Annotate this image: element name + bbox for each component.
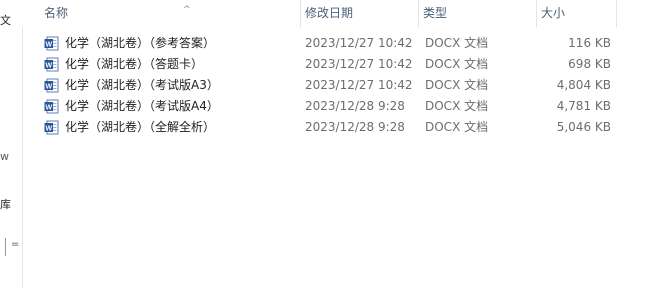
nav-scrollbar[interactable]: [5, 238, 10, 256]
svg-text:W: W: [45, 104, 52, 111]
nav-fragment: w: [0, 150, 9, 163]
column-header-date[interactable]: 修改日期: [300, 0, 418, 27]
file-row[interactable]: W 化学（湖北卷）（参考答案） 2023/12/27 10:42 DOCX 文档…: [22, 33, 669, 54]
file-name: 化学（湖北卷）（答题卡）: [65, 57, 204, 71]
file-row[interactable]: W 化学（湖北卷）（答题卡） 2023/12/27 10:42 DOCX 文档 …: [22, 54, 669, 75]
file-type: DOCX 文档: [425, 99, 489, 113]
file-row[interactable]: W 化学（湖北卷）（全解全析） 2023/12/28 9:28 DOCX 文档 …: [22, 117, 669, 138]
column-header-type-label: 类型: [423, 6, 448, 20]
column-header-name-label: 名称: [44, 6, 69, 20]
file-list: W 化学（湖北卷）（参考答案） 2023/12/27 10:42 DOCX 文档…: [22, 33, 669, 138]
file-name: 化学（湖北卷）（全解全析）: [65, 120, 216, 134]
word-doc-icon: W: [44, 120, 59, 135]
file-name: 化学（湖北卷）（考试版A3）: [65, 78, 219, 92]
file-type: DOCX 文档: [425, 57, 489, 71]
column-header-size[interactable]: 大小: [536, 0, 616, 27]
file-row[interactable]: W 化学（湖北卷）（考试版A4） 2023/12/28 9:28 DOCX 文档…: [22, 96, 669, 117]
column-header-type[interactable]: 类型: [418, 0, 536, 27]
file-size: 698 KB: [568, 57, 611, 71]
file-modified-date: 2023/12/27 10:42: [305, 36, 413, 50]
file-modified-date: 2023/12/28 9:28: [305, 120, 405, 134]
file-size: 4,804 KB: [556, 78, 611, 92]
file-type: DOCX 文档: [425, 78, 489, 92]
word-doc-icon: W: [44, 36, 59, 51]
file-modified-date: 2023/12/27 10:42: [305, 57, 413, 71]
column-header-size-label: 大小: [541, 6, 566, 20]
nav-fragment: 文: [0, 14, 11, 27]
file-name: 化学（湖北卷）（参考答案）: [65, 36, 216, 50]
svg-text:W: W: [45, 125, 52, 132]
column-header-bar: 名称 ^ 修改日期 类型 大小: [22, 0, 669, 27]
nav-grip-icon[interactable]: =: [11, 239, 19, 250]
file-type: DOCX 文档: [425, 36, 489, 50]
navigation-pane[interactable]: 文 w 库 =: [0, 0, 23, 288]
word-doc-icon: W: [44, 78, 59, 93]
column-header-empty: [616, 0, 669, 27]
column-header-name[interactable]: 名称 ^: [40, 0, 300, 27]
file-name: 化学（湖北卷）（考试版A4）: [65, 99, 219, 113]
file-explorer-window: 文 w 库 = 名称 ^ 修改日期 类型 大小 W 化学（湖北卷）（参考答案） …: [0, 0, 669, 288]
svg-text:W: W: [45, 83, 52, 90]
nav-fragment: 库: [0, 198, 11, 211]
file-size: 116 KB: [568, 36, 611, 50]
file-size: 5,046 KB: [556, 120, 611, 134]
file-modified-date: 2023/12/28 9:28: [305, 99, 405, 113]
word-doc-icon: W: [44, 99, 59, 114]
file-type: DOCX 文档: [425, 120, 489, 134]
svg-text:W: W: [45, 41, 52, 48]
svg-text:W: W: [45, 62, 52, 69]
word-doc-icon: W: [44, 57, 59, 72]
file-modified-date: 2023/12/27 10:42: [305, 78, 413, 92]
column-header-date-label: 修改日期: [305, 6, 354, 20]
file-size: 4,781 KB: [556, 99, 611, 113]
file-row[interactable]: W 化学（湖北卷）（考试版A3） 2023/12/27 10:42 DOCX 文…: [22, 75, 669, 96]
sort-ascending-icon: ^: [183, 5, 191, 15]
